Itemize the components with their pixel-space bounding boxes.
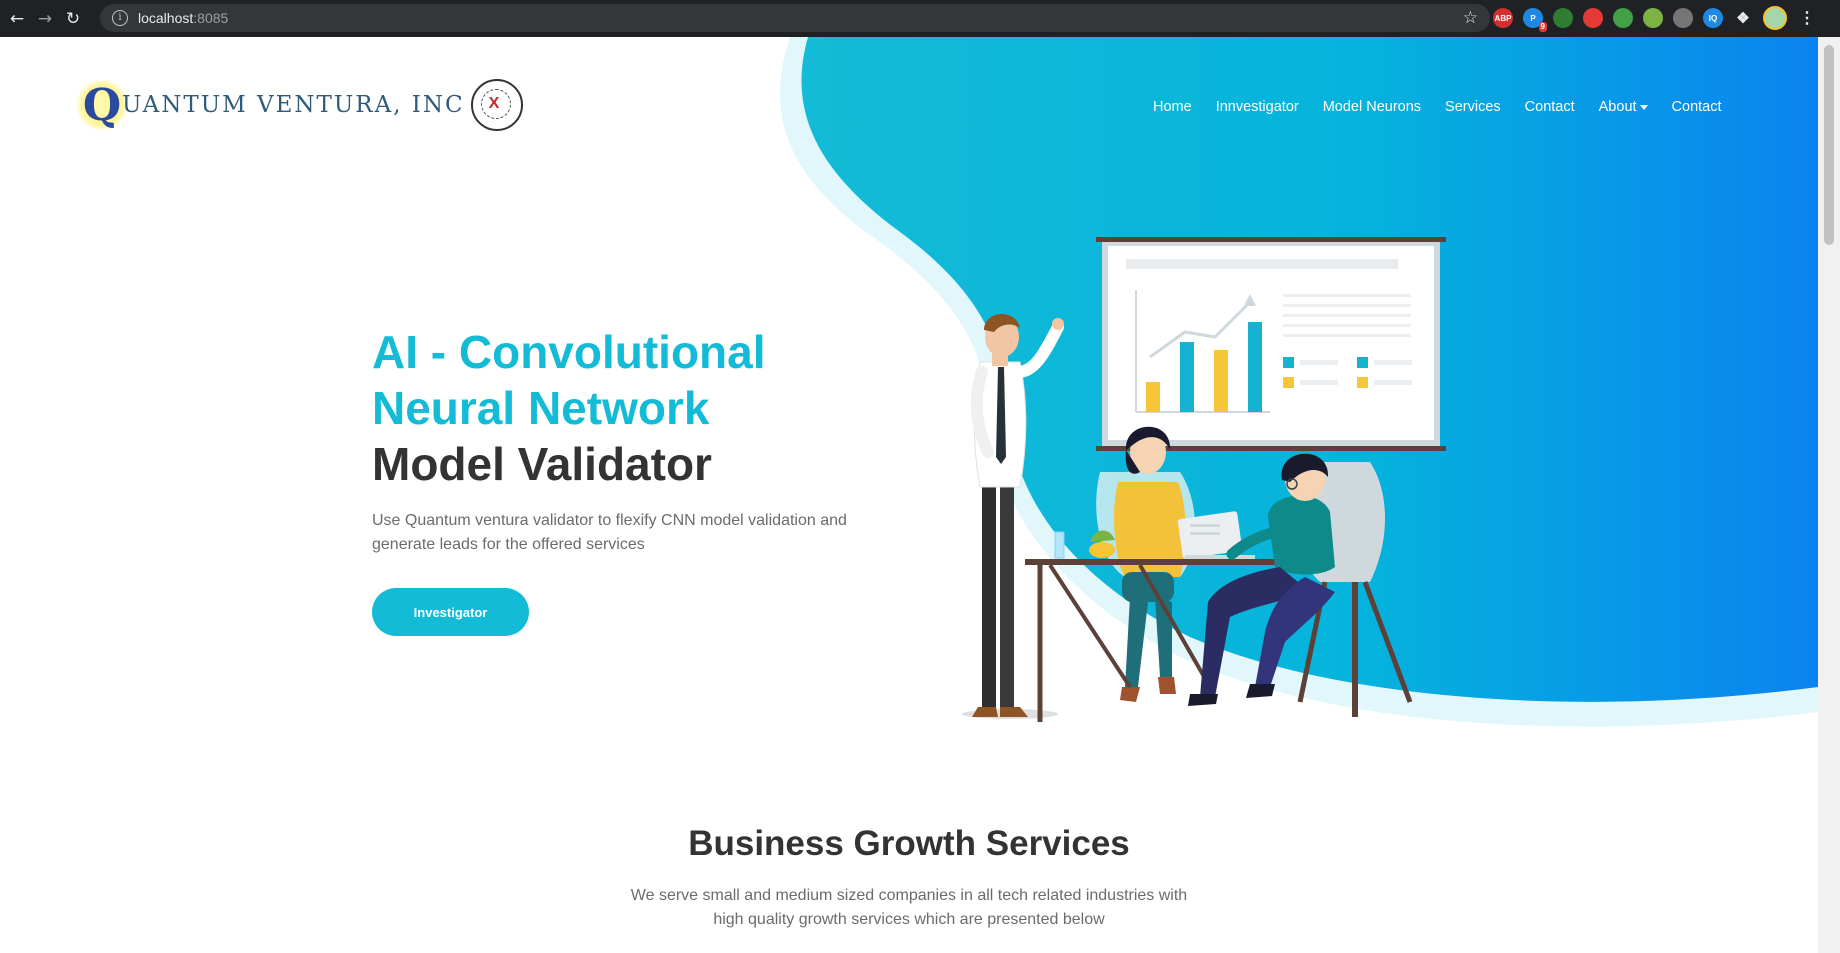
extension-badge: 9 — [1538, 22, 1547, 32]
hero-title-line-3: Model Validator — [372, 438, 712, 490]
extensions-bar: ABP P 9 IQ ❖ ⋮ — [1493, 6, 1817, 32]
investigator-button[interactable]: Investigator — [372, 588, 529, 636]
nav-services[interactable]: Services — [1445, 99, 1501, 115]
profile-avatar[interactable] — [1763, 6, 1787, 30]
extension-leaf-icon[interactable] — [1553, 8, 1573, 28]
nav-about-label: About — [1598, 99, 1637, 115]
extension-cube-icon[interactable] — [1643, 8, 1663, 28]
page-scrollbar[interactable] — [1818, 37, 1840, 953]
extension-iq-icon[interactable]: IQ — [1703, 8, 1723, 28]
services-description: We serve small and medium sized companie… — [0, 884, 1818, 932]
nav-about-dropdown[interactable]: About — [1599, 99, 1648, 115]
hero-title-line-1: AI - Convolutional — [372, 326, 766, 378]
company-logo[interactable]: Q UANTUM VENTURA, INC X — [76, 79, 523, 131]
services-description-line-2: high quality growth services which are p… — [713, 911, 1105, 928]
presentation-board — [1096, 237, 1446, 451]
page-viewport: Q UANTUM VENTURA, INC X Home Innvestigat… — [0, 37, 1818, 953]
forward-icon[interactable]: → — [34, 8, 56, 30]
services-title: Business Growth Services — [688, 824, 1130, 863]
site-info-icon[interactable]: i — [112, 10, 128, 26]
browser-toolbar: ← → ↻ i localhost:8085 ☆ ABP P 9 IQ ❖ ⋮ — [0, 0, 1840, 37]
extension-green-icon[interactable] — [1613, 8, 1633, 28]
address-bar[interactable]: i localhost:8085 ☆ — [100, 4, 1490, 32]
nav-model-neurons[interactable]: Model Neurons — [1323, 99, 1421, 115]
extension-p-icon[interactable]: P9 — [1523, 8, 1547, 32]
url-text[interactable]: localhost:8085 — [138, 10, 228, 26]
seal-icon: X — [470, 79, 523, 131]
nav-innvestigator[interactable]: Innvestigator — [1216, 99, 1299, 115]
extension-grey-icon[interactable] — [1673, 8, 1693, 28]
back-icon[interactable]: ← — [6, 8, 28, 30]
extension-hand-icon[interactable] — [1583, 8, 1603, 28]
hero-description: Use Quantum ventura validator to flexify… — [372, 512, 847, 553]
hero-title-line-2: Neural Network — [372, 382, 710, 434]
services-description-line-1: We serve small and medium sized companie… — [630, 887, 1188, 904]
hero-background-shape — [780, 37, 1818, 727]
nav-home[interactable]: Home — [1153, 99, 1192, 115]
logo-q-mark: Q — [76, 79, 128, 131]
scrollbar-thumb[interactable] — [1824, 45, 1834, 245]
browser-menu-icon[interactable]: ⋮ — [1797, 8, 1817, 28]
team-meeting-illustration — [962, 237, 1446, 722]
standing-presenter — [962, 313, 1064, 719]
chevron-down-icon — [1639, 104, 1648, 110]
nav-contact[interactable]: Contact — [1525, 99, 1575, 115]
seated-man-laptop — [1188, 453, 1335, 706]
adblock-plus-icon[interactable]: ABP — [1493, 8, 1513, 28]
logo-wordmark: UANTUM VENTURA, INC — [122, 92, 465, 118]
bookmark-star-icon[interactable]: ☆ — [1463, 8, 1478, 28]
main-nav: Home Innvestigator Model Neurons Service… — [1153, 99, 1746, 115]
hero-title: AI - Convolutional Neural Network Model … — [372, 324, 766, 492]
reload-icon[interactable]: ↻ — [62, 8, 84, 30]
extensions-puzzle-icon[interactable]: ❖ — [1733, 8, 1753, 28]
nav-contact-2[interactable]: Contact — [1672, 99, 1722, 115]
